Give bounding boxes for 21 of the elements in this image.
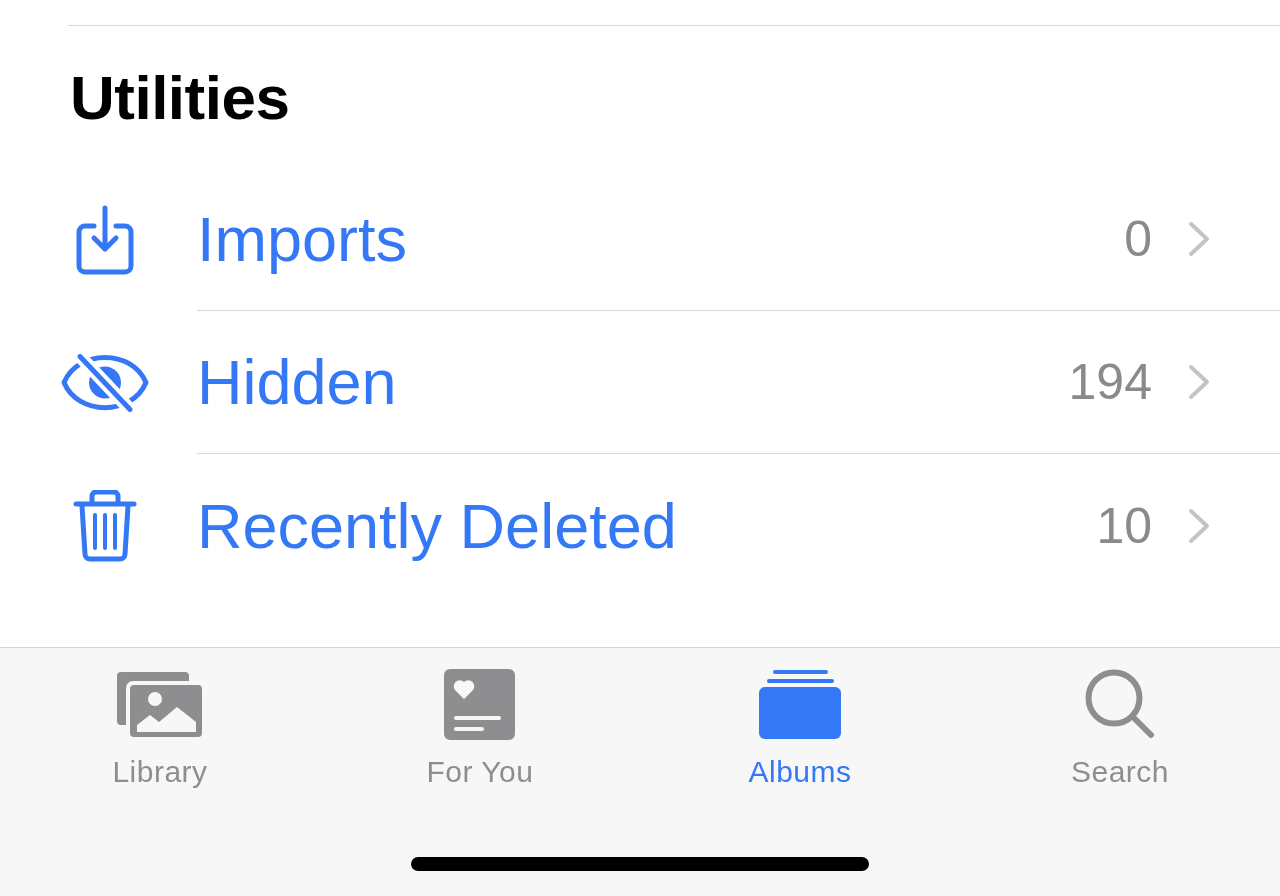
tray-arrow-down-icon (76, 204, 134, 275)
album-stack-icon (759, 669, 841, 739)
tab[interactable]: Search (1070, 668, 1170, 790)
photo-stack-icon (117, 670, 203, 738)
chevron-right-icon (1188, 364, 1210, 400)
section-heading: Utilities (70, 62, 291, 134)
tab[interactable]: Library (112, 668, 208, 790)
album-link[interactable]: Imports (197, 201, 408, 277)
tab[interactable]: Albums (748, 668, 852, 790)
eye-slash-icon (60, 353, 150, 412)
chevron-right-icon (1188, 507, 1210, 544)
item-count: 0 (1124, 210, 1152, 269)
album-link[interactable]: Recently Deleted (197, 487, 677, 564)
heart-card-icon (444, 668, 516, 740)
chevron-right-icon (1188, 221, 1210, 257)
album-link[interactable]: Hidden (197, 344, 397, 420)
tab[interactable]: For You (426, 668, 534, 790)
item-count: 194 (1068, 353, 1152, 412)
item-count: 10 (1096, 496, 1152, 556)
search-icon (1085, 669, 1155, 739)
trash-icon (73, 489, 137, 562)
